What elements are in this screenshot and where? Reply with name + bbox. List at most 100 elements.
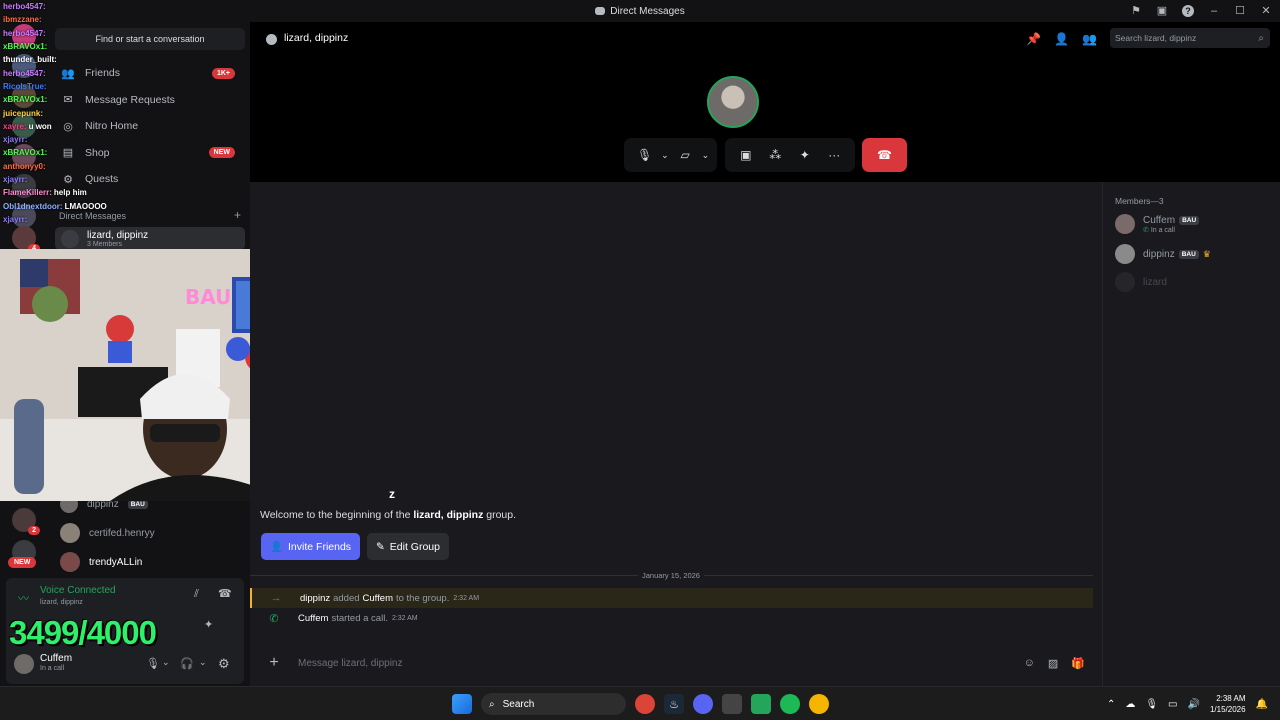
- volume-icon[interactable]: 🔊: [1188, 699, 1200, 710]
- window-title-text: Direct Messages: [610, 5, 685, 17]
- message-rest: started a call.: [331, 612, 388, 624]
- more-options-icon[interactable]: ···: [820, 141, 848, 169]
- search-input[interactable]: Search lizard, dippinz ⌕: [1110, 28, 1270, 48]
- add-friends-icon[interactable]: 👤: [1054, 32, 1069, 46]
- members-panel: Members—3 Cuffem BAU ✆ In a call dippinz B…: [1102, 182, 1280, 686]
- emoji-icon[interactable]: ☺: [1024, 657, 1035, 670]
- camera-chevron-icon[interactable]: ⌄: [700, 141, 710, 169]
- chat-main: z Welcome to the beginning of the lizard…: [250, 182, 1102, 686]
- attach-plus-icon[interactable]: +: [257, 654, 291, 672]
- noise-suppression-icon[interactable]: ⫽: [194, 588, 199, 601]
- actor-name[interactable]: dippinz: [300, 593, 330, 604]
- chrome-icon[interactable]: [635, 694, 655, 714]
- dm-item-certifed-henryy[interactable]: certifed.henryy: [55, 520, 245, 546]
- cloud-icon[interactable]: ☁: [1125, 699, 1135, 710]
- audio-video-controls: 🎙 ⌄ ▱ ⌄: [624, 138, 717, 172]
- welcome-pre: Welcome to the beginning of the: [260, 509, 414, 521]
- help-icon[interactable]: ?: [1182, 5, 1194, 17]
- mic-icon[interactable]: 🎙: [631, 141, 659, 169]
- edit-group-button[interactable]: ✎ Edit Group: [367, 533, 449, 560]
- activities-icon[interactable]: ⁂: [761, 141, 789, 169]
- chat-username: Obl1dnextdoor:: [3, 201, 63, 211]
- inbox-icon[interactable]: ▣: [1156, 5, 1168, 17]
- server-icon[interactable]: 4: [12, 226, 40, 253]
- timestamp: 2:32 AM: [453, 594, 480, 602]
- steam-icon[interactable]: ♨: [664, 694, 684, 714]
- search-placeholder: Search lizard, dippinz: [1115, 33, 1197, 43]
- chat-username: xjayrr:: [3, 214, 28, 224]
- mic-icon[interactable]: 🎙: [146, 657, 160, 670]
- chat-line: herbo4547:: [0, 0, 110, 13]
- discord-icon[interactable]: [693, 694, 713, 714]
- invite-friends-button[interactable]: 👤 Invite Friends: [261, 533, 360, 560]
- taskbar-search[interactable]: ⌕ Search: [481, 693, 626, 715]
- chat-message: LMAOOOO: [64, 201, 107, 211]
- app-green-icon[interactable]: [751, 694, 771, 714]
- screen-share-icon[interactable]: ▣: [732, 141, 760, 169]
- welcome-post: group.: [483, 509, 517, 521]
- close-icon[interactable]: ✕: [1260, 5, 1272, 17]
- disconnect-icon[interactable]: ☎: [218, 587, 232, 600]
- system-clock[interactable]: 2:38 AM 1/15/2026: [1210, 693, 1246, 715]
- caller-avatar[interactable]: [707, 76, 759, 128]
- notifications-icon[interactable]: 🔔: [1256, 699, 1268, 710]
- actor-name[interactable]: Cuffem: [298, 613, 328, 624]
- pin-icon[interactable]: 📌: [1026, 32, 1041, 46]
- headphones-icon[interactable]: 🎧: [180, 657, 194, 670]
- minimize-icon[interactable]: –: [1208, 5, 1220, 17]
- chrome-profile-icon[interactable]: [809, 694, 829, 714]
- chat-line: herbo4547:: [0, 66, 110, 79]
- inbox-flag-icon[interactable]: ⚑: [1130, 5, 1142, 17]
- tray-mic-icon[interactable]: 🎙: [1145, 699, 1158, 710]
- activity-icon[interactable]: ✦: [204, 618, 213, 631]
- mic-options-chevron-icon[interactable]: ⌄: [162, 657, 170, 668]
- voice-channel: lizard, dippinz: [40, 599, 83, 606]
- message-composer[interactable]: + Message lizard, dippinz ☺ ▨ 🎁: [257, 648, 1093, 678]
- search-icon: ⌕: [489, 698, 495, 710]
- server-icon[interactable]: 2: [12, 508, 40, 535]
- tray-chevron-icon[interactable]: ⌃: [1107, 699, 1115, 710]
- gift-icon[interactable]: 🎁: [1071, 657, 1085, 670]
- avatar: [1115, 244, 1135, 264]
- chat-message: help him: [53, 188, 87, 198]
- welcome-heading: z: [389, 487, 395, 501]
- headphone-options-chevron-icon[interactable]: ⌄: [199, 657, 207, 668]
- voice-status[interactable]: Voice Connected: [40, 585, 116, 596]
- chat-username: xjayrr:: [3, 135, 28, 145]
- member-name: dippinz: [1143, 248, 1175, 260]
- shop-new-badge: NEW: [208, 147, 235, 159]
- create-dm-button[interactable]: +: [234, 209, 241, 221]
- dm-item-lizard-dippinz[interactable]: lizard, dippinz 3 Members: [55, 227, 245, 250]
- chat-line: xjayrr:: [0, 173, 110, 186]
- image-icon[interactable]: ▨: [1048, 657, 1058, 670]
- dm-item-trendyallin[interactable]: trendyALLin: [55, 549, 245, 575]
- soundboard-icon[interactable]: ✦: [791, 141, 819, 169]
- member-cuffem[interactable]: Cuffem BAU ✆ In a call: [1115, 214, 1275, 234]
- chat-username: thunder_built:: [3, 55, 57, 65]
- maximize-icon[interactable]: ☐: [1234, 5, 1246, 17]
- camera-off-icon[interactable]: ▱: [671, 141, 699, 169]
- message-input[interactable]: Message lizard, dippinz: [291, 658, 1024, 669]
- taskbar-search-label: Search: [502, 698, 535, 710]
- pencil-icon: ✎: [375, 540, 385, 553]
- chat-line: xBRAVOx1:: [0, 146, 110, 159]
- member-name: Cuffem: [1143, 214, 1176, 226]
- system-message-added: → dippinz added Cuffem to the group. 2:3…: [250, 588, 1093, 608]
- app-icon[interactable]: [722, 694, 742, 714]
- chat-username: herbo4547:: [3, 28, 46, 38]
- dm-name: trendyALLin: [89, 556, 143, 568]
- target-name[interactable]: Cuffem: [363, 593, 393, 604]
- members-list-icon[interactable]: 👥: [1082, 32, 1097, 46]
- members-header: Members—3: [1115, 196, 1164, 206]
- crown-icon: ♛: [1202, 248, 1211, 259]
- user-avatar[interactable]: [14, 654, 34, 674]
- mic-chevron-icon[interactable]: ⌄: [660, 141, 670, 169]
- settings-gear-icon[interactable]: ⚙: [218, 656, 230, 672]
- member-dippinz[interactable]: dippinz BAU ♛: [1115, 244, 1275, 264]
- hangup-phone-icon: ☎: [877, 148, 892, 162]
- leave-call-button[interactable]: ☎: [862, 138, 907, 172]
- windows-start-icon[interactable]: [452, 694, 472, 714]
- spotify-icon[interactable]: [780, 694, 800, 714]
- member-lizard[interactable]: lizard: [1115, 272, 1275, 292]
- network-icon[interactable]: ▭: [1168, 699, 1177, 710]
